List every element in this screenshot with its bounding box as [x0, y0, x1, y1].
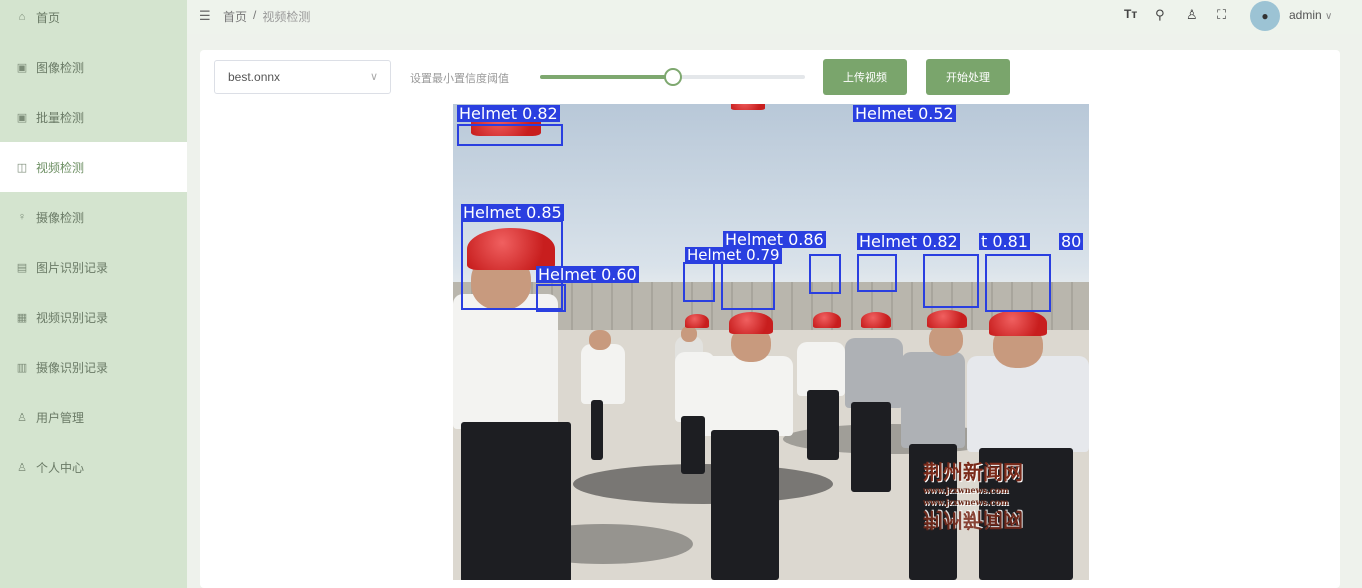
detection-label: t 0.81 — [979, 232, 1030, 251]
sidebar-item-camera-detect[interactable]: ♀ 摄像检测 — [0, 192, 187, 242]
video-detection-card: best.onnx ∨ 设置最小置信度阈值 上传视频 开始处理 Helmet 0… — [200, 50, 1340, 588]
sidebar-item-image-detect[interactable]: ▣ 图像检测 — [0, 42, 187, 92]
theme-shirt-icon[interactable]: ♙ — [1186, 7, 1198, 23]
sidebar-item-batch-detect[interactable]: ▣ 批量检测 — [0, 92, 187, 142]
batch-icon: ▣ — [16, 111, 28, 124]
watermark-url-repeat: www.jzxwnews.com — [923, 497, 1009, 507]
upload-video-button[interactable]: 上传视频 — [823, 59, 907, 95]
camera-record-icon: ▥ — [16, 361, 28, 374]
sidebar-item-label: 视频识别记录 — [36, 310, 109, 325]
start-processing-label: 开始处理 — [946, 72, 990, 84]
sidebar-item-label: 图片识别记录 — [36, 260, 109, 275]
sidebar-item-profile[interactable]: ♙ 个人中心 — [0, 442, 187, 492]
top-header: ☰ 首页 / 视频检测 Tт ⚲ ♙ ⛶ ● admin ∨ — [187, 0, 1362, 34]
video-icon: ◫ — [16, 161, 28, 174]
camera-icon: ♀ — [17, 211, 27, 223]
sidebar-item-label: 视频检测 — [36, 160, 85, 175]
detection-label: Helmet 0.52 — [853, 104, 956, 123]
sidebar-item-home[interactable]: ⌂ 首页 — [0, 0, 187, 42]
confidence-slider-fill — [540, 75, 673, 79]
sidebar-item-label: 图像检测 — [36, 60, 85, 75]
breadcrumb-separator: / — [253, 8, 257, 22]
detection-box — [457, 124, 563, 146]
start-processing-button[interactable]: 开始处理 — [926, 59, 1010, 95]
user-icon: ♙ — [17, 461, 27, 474]
detection-box — [809, 254, 841, 294]
breadcrumb-home[interactable]: 首页 — [223, 8, 247, 25]
confidence-label: 设置最小置信度阈值 — [410, 73, 509, 85]
confidence-slider-thumb[interactable] — [663, 68, 682, 86]
helmet — [731, 104, 765, 110]
home-icon: ⌂ — [18, 11, 26, 23]
detection-label: Helmet 0.79 — [685, 246, 782, 264]
confidence-slider[interactable] — [540, 68, 805, 86]
record-icon: ▤ — [16, 261, 28, 274]
sidebar-item-video-records[interactable]: ▦ 视频识别记录 — [0, 292, 187, 342]
video-record-icon: ▦ — [16, 311, 28, 324]
detection-box — [683, 262, 715, 302]
sidebar-item-label: 首页 — [36, 10, 61, 25]
sidebar-item-label: 个人中心 — [36, 460, 85, 475]
breadcrumb-current: 视频检测 — [262, 10, 311, 24]
sidebar-item-user-management[interactable]: ♙ 用户管理 — [0, 392, 187, 442]
avatar[interactable]: ● — [1250, 1, 1280, 31]
chevron-down-icon: ∨ — [369, 71, 378, 83]
video-frame: Helmet 0.82 Helmet 0.52 Helmet 0.85 Helm… — [453, 104, 1089, 580]
detection-label: Helmet 0.85 — [461, 203, 564, 222]
sidebar-item-label: 摄像识别记录 — [36, 360, 109, 375]
upload-video-label: 上传视频 — [843, 72, 887, 84]
news-watermark: 荆州新闻网 www.jzxwnews.com www.jzxwnews.com … — [923, 460, 1083, 532]
watermark-title-reflection: 荆州新闻网 — [923, 508, 1023, 532]
watermark-url: www.jzxwnews.com — [923, 485, 1009, 495]
sidebar-item-label: 批量检测 — [36, 110, 85, 125]
detection-box — [923, 254, 979, 308]
sidebar-item-label: 摄像检测 — [36, 210, 85, 225]
font-size-icon[interactable]: Tт — [1124, 7, 1137, 21]
watermark-title: 荆州新闻网 — [923, 460, 1023, 484]
search-icon[interactable]: ⚲ — [1155, 7, 1165, 23]
detection-label: 80 — [1059, 232, 1084, 251]
sidebar-item-camera-records[interactable]: ▥ 摄像识别记录 — [0, 342, 187, 392]
detection-label: Helmet 0.60 — [536, 265, 639, 284]
sidebar: ⌂ 首页 ▣ 图像检测 ▣ 批量检测 ◫ 视频检测 ♀ 摄像检测 ▤ 图片识别记… — [0, 0, 187, 588]
model-select-value: best.onnx — [228, 70, 281, 84]
detection-box — [536, 284, 566, 312]
image-icon: ▣ — [16, 61, 28, 74]
breadcrumb: 首页 / 视频检测 — [223, 8, 310, 25]
detection-box — [857, 254, 897, 292]
fullscreen-icon[interactable]: ⛶ — [1217, 7, 1226, 23]
detection-box — [985, 254, 1051, 312]
menu-toggle-icon[interactable]: ☰ — [199, 8, 211, 24]
sidebar-item-image-records[interactable]: ▤ 图片识别记录 — [0, 242, 187, 292]
username-label: admin — [1289, 8, 1322, 22]
users-icon: ♙ — [17, 411, 27, 424]
detection-label: Helmet 0.82 — [457, 104, 560, 123]
username-dropdown[interactable]: admin ∨ — [1289, 8, 1332, 22]
sidebar-item-video-detect[interactable]: ◫ 视频检测 — [0, 142, 187, 192]
model-select[interactable]: best.onnx ∨ — [214, 60, 391, 94]
detection-label: Helmet 0.82 — [857, 232, 960, 251]
sidebar-item-label: 用户管理 — [36, 410, 85, 425]
chevron-down-icon: ∨ — [1325, 11, 1333, 22]
